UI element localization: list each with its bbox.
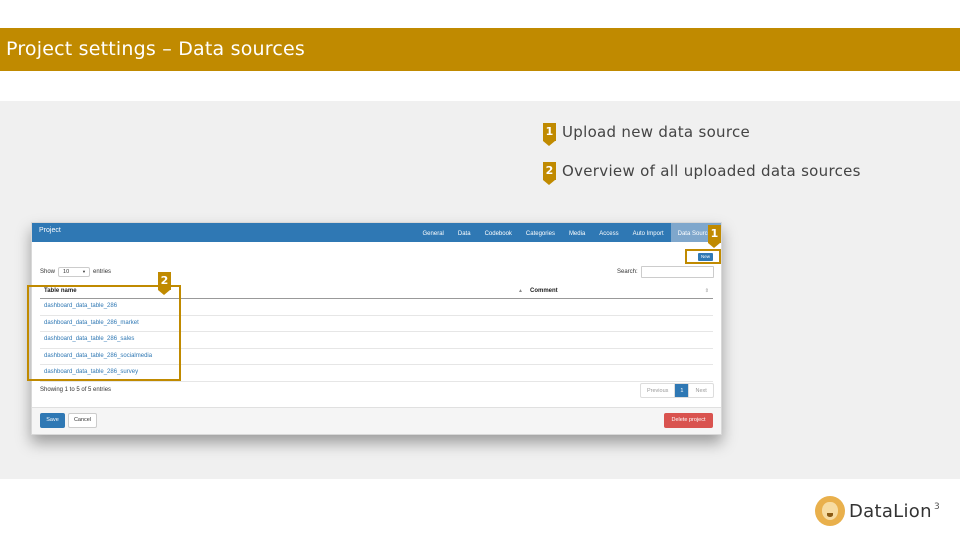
page-number: 3 <box>934 502 940 512</box>
tab-access[interactable]: Access <box>592 223 625 242</box>
sort-icon: ⇕ <box>704 288 709 294</box>
tab-auto-import[interactable]: Auto Import <box>626 223 671 242</box>
delete-project-button[interactable]: Delete project <box>664 413 713 428</box>
tab-general[interactable]: General <box>416 223 451 242</box>
callout-text-2: Overview of all uploaded data sources <box>562 162 861 180</box>
tab-data[interactable]: Data <box>451 223 478 242</box>
slide: Project settings – Data sources 1 Upload… <box>0 0 960 540</box>
pagination-page-1[interactable]: 1 <box>675 384 689 397</box>
app-brand: Project <box>39 227 61 234</box>
highlight-new-button <box>685 249 721 264</box>
callout-marker-1: 1 <box>543 123 556 146</box>
show-label: Show <box>40 269 56 275</box>
cancel-button[interactable]: Cancel <box>68 413 97 428</box>
datalion-logo: DataLion <box>815 496 932 526</box>
entries-label: entries <box>93 269 112 275</box>
table-info: Showing 1 to 5 of 5 entries <box>40 387 112 393</box>
slide-title: Project settings – Data sources <box>6 38 305 60</box>
table-search: Search: <box>617 266 714 278</box>
tab-categories[interactable]: Categories <box>519 223 562 242</box>
search-label: Search: <box>617 269 638 275</box>
save-button[interactable]: Save <box>40 413 65 428</box>
callout-upload: 1 Upload new data source <box>543 123 751 146</box>
annotation-marker-1: 1 <box>708 225 721 248</box>
tab-codebook[interactable]: Codebook <box>478 223 519 242</box>
callout-text-1: Upload new data source <box>562 123 751 141</box>
annotation-marker-2: 2 <box>158 272 171 295</box>
pagination-next[interactable]: Next <box>688 384 712 397</box>
tab-media[interactable]: Media <box>562 223 592 242</box>
entries-select[interactable]: 10 ▼ <box>58 267 91 277</box>
sort-asc-icon: ▲ <box>518 288 523 294</box>
pagination: Previous 1 Next <box>640 383 714 398</box>
title-bar: Project settings – Data sources <box>0 28 960 71</box>
chevron-down-icon: ▼ <box>82 269 87 274</box>
search-input[interactable] <box>640 266 714 278</box>
lion-icon <box>815 496 845 526</box>
logo-wordmark: DataLion <box>849 500 932 522</box>
entries-value: 10 <box>63 269 70 275</box>
highlight-table-names <box>27 285 181 381</box>
pagination-previous[interactable]: Previous <box>641 384 676 397</box>
tab-bar: General Data Codebook Categories Media A… <box>416 223 721 242</box>
column-comment[interactable]: Comment <box>530 288 558 294</box>
entries-length-control: Show 10 ▼ entries <box>40 267 111 277</box>
app-navbar: Project General Data Codebook Categories… <box>32 223 721 242</box>
callout-marker-2: 2 <box>543 162 556 185</box>
form-footer: Save Cancel Delete project <box>32 407 721 434</box>
callout-overview: 2 Overview of all uploaded data sources <box>543 162 861 185</box>
